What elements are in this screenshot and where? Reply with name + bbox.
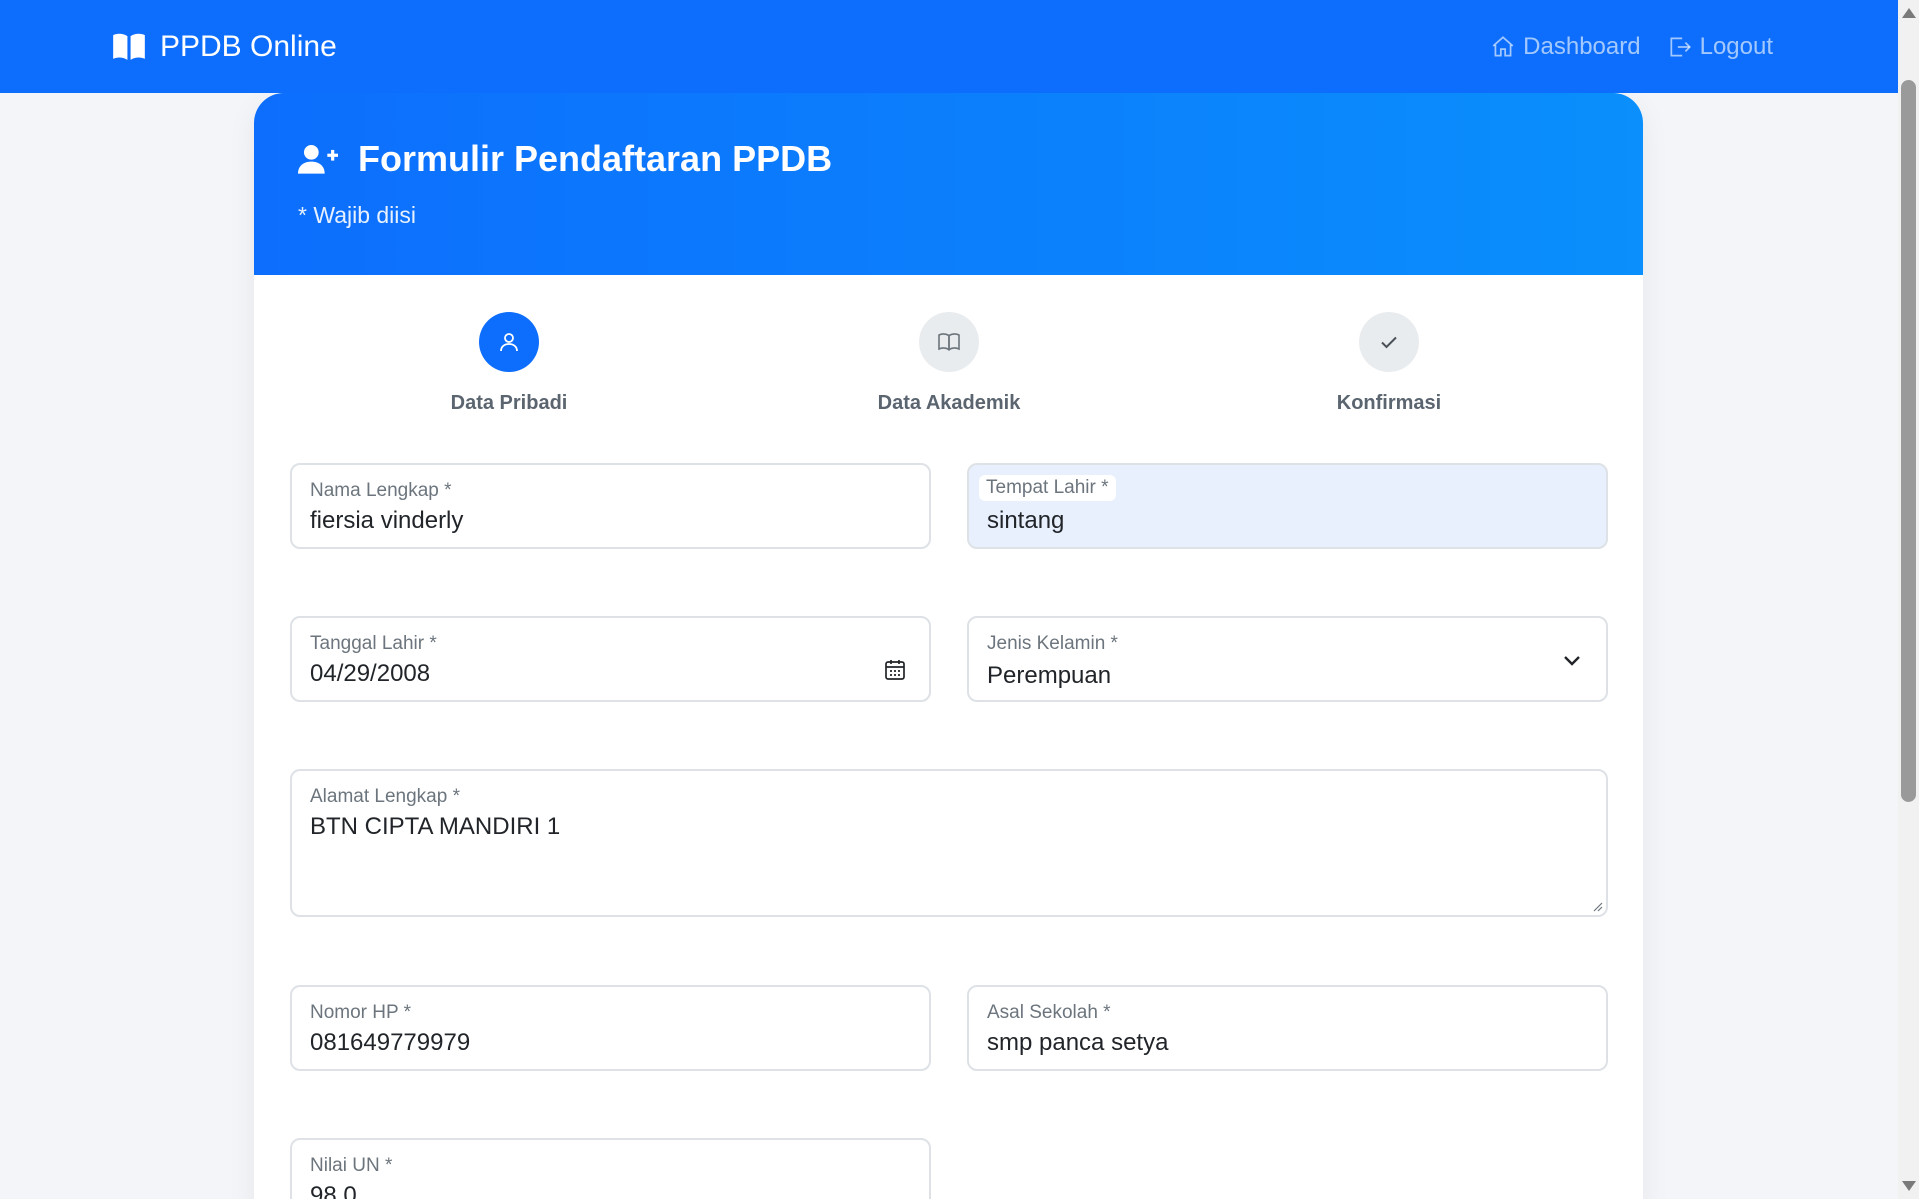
tanggal-lahir-field[interactable]: Tanggal Lahir * 04/29/2008 bbox=[290, 616, 931, 702]
chevron-down-icon bbox=[1564, 656, 1580, 666]
field-label: Nilai UN * bbox=[310, 1155, 393, 1176]
scroll-down-arrow-icon[interactable] bbox=[1902, 1181, 1916, 1191]
scroll-up-arrow-icon[interactable] bbox=[1902, 8, 1916, 18]
step-konfirmasi[interactable]: Konfirmasi bbox=[1279, 312, 1499, 415]
nilai-un-field[interactable]: Nilai UN * 98.0 bbox=[290, 1138, 931, 1199]
asal-sekolah-field[interactable]: Asal Sekolah * smp panca setya bbox=[967, 985, 1608, 1071]
step-label: Data Akademik bbox=[877, 392, 1021, 414]
field-value: Perempuan bbox=[987, 662, 1112, 689]
navbar: PPDB Online Dashboard Logout bbox=[0, 0, 1898, 93]
nav-dashboard-label: Dashboard bbox=[1523, 32, 1641, 60]
resize-grip-icon[interactable] bbox=[1591, 900, 1603, 912]
field-value[interactable]: 081649779979 bbox=[310, 1029, 470, 1057]
field-label: Asal Sekolah * bbox=[987, 1002, 1111, 1023]
check-icon bbox=[1381, 336, 1397, 349]
brand-label: PPDB Online bbox=[160, 29, 337, 63]
step-circle bbox=[1359, 312, 1419, 372]
field-value[interactable]: smp panca setya bbox=[987, 1029, 1168, 1057]
step-circle bbox=[919, 312, 979, 372]
field-value[interactable]: 04/29/2008 bbox=[310, 660, 430, 688]
nav-logout-link[interactable]: Logout bbox=[1667, 33, 1773, 61]
form-title: Formulir Pendaftaran PPDB bbox=[358, 138, 833, 179]
field-label: Jenis Kelamin * bbox=[987, 633, 1118, 654]
page-scrollbar[interactable] bbox=[1898, 0, 1919, 1199]
step-data-akademik[interactable]: Data Akademik bbox=[839, 312, 1059, 415]
book-open-icon bbox=[113, 33, 145, 60]
field-label: Alamat Lengkap * bbox=[310, 786, 460, 807]
step-label: Data Pribadi bbox=[450, 392, 568, 414]
field-value[interactable]: sintang bbox=[987, 507, 1064, 535]
book-icon bbox=[938, 333, 960, 351]
field-label: Tanggal Lahir * bbox=[310, 633, 437, 654]
registration-card: Formulir Pendaftaran PPDB * Wajib diisi … bbox=[254, 93, 1643, 1199]
field-value[interactable]: BTN CIPTA MANDIRI 1 bbox=[310, 813, 560, 841]
scroll-thumb[interactable] bbox=[1901, 80, 1916, 802]
jenis-kelamin-select[interactable]: Jenis Kelamin * Perempuan bbox=[967, 616, 1608, 702]
required-note: * Wajib diisi bbox=[298, 202, 417, 228]
nama-lengkap-field[interactable]: Nama Lengkap * fiersia vinderly bbox=[290, 463, 931, 549]
field-label: Tempat Lahir * bbox=[979, 475, 1116, 501]
step-data-pribadi[interactable]: Data Pribadi bbox=[399, 312, 619, 415]
nav-dashboard-link[interactable]: Dashboard bbox=[1490, 32, 1641, 61]
step-label: Konfirmasi bbox=[1336, 392, 1442, 414]
calendar-icon[interactable] bbox=[883, 658, 907, 682]
card-header: Formulir Pendaftaran PPDB * Wajib diisi bbox=[254, 93, 1643, 275]
nav-logout-label: Logout bbox=[1699, 32, 1773, 60]
person-icon bbox=[500, 333, 518, 352]
step-circle bbox=[479, 312, 539, 372]
home-icon bbox=[1492, 35, 1514, 57]
alamat-lengkap-textarea[interactable]: Alamat Lengkap * BTN CIPTA MANDIRI 1 bbox=[290, 769, 1608, 917]
field-value[interactable]: 98.0 bbox=[310, 1182, 357, 1199]
user-plus-icon bbox=[298, 145, 338, 174]
field-label: Nomor HP * bbox=[310, 1002, 412, 1023]
tempat-lahir-field[interactable]: Tempat Lahir * sintang bbox=[967, 463, 1608, 549]
field-label: Nama Lengkap * bbox=[310, 480, 452, 501]
brand[interactable]: PPDB Online bbox=[110, 28, 337, 66]
logout-icon bbox=[1670, 36, 1691, 57]
nomor-hp-field[interactable]: Nomor HP * 081649779979 bbox=[290, 985, 931, 1071]
field-value[interactable]: fiersia vinderly bbox=[310, 507, 463, 535]
